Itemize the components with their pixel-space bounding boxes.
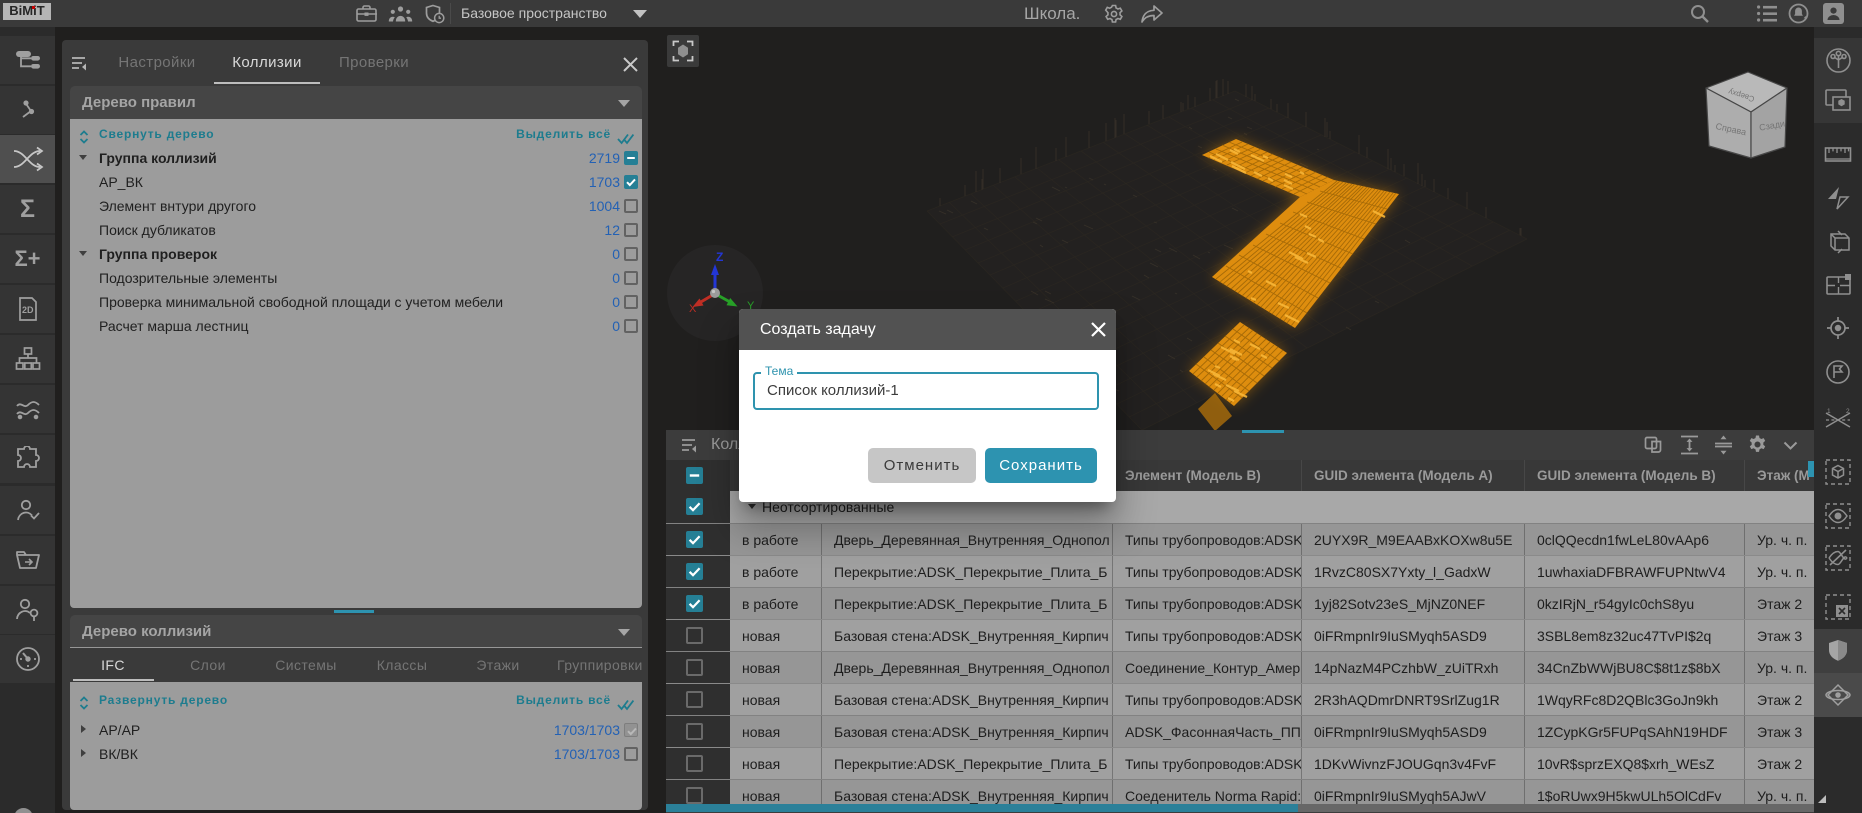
- svg-text:X: X: [689, 303, 697, 315]
- svg-text:2D: 2D: [22, 305, 34, 315]
- svg-text:Z: Z: [716, 250, 723, 264]
- svg-text:2: 2: [1846, 408, 1850, 415]
- svg-text:1: 1: [1827, 408, 1831, 415]
